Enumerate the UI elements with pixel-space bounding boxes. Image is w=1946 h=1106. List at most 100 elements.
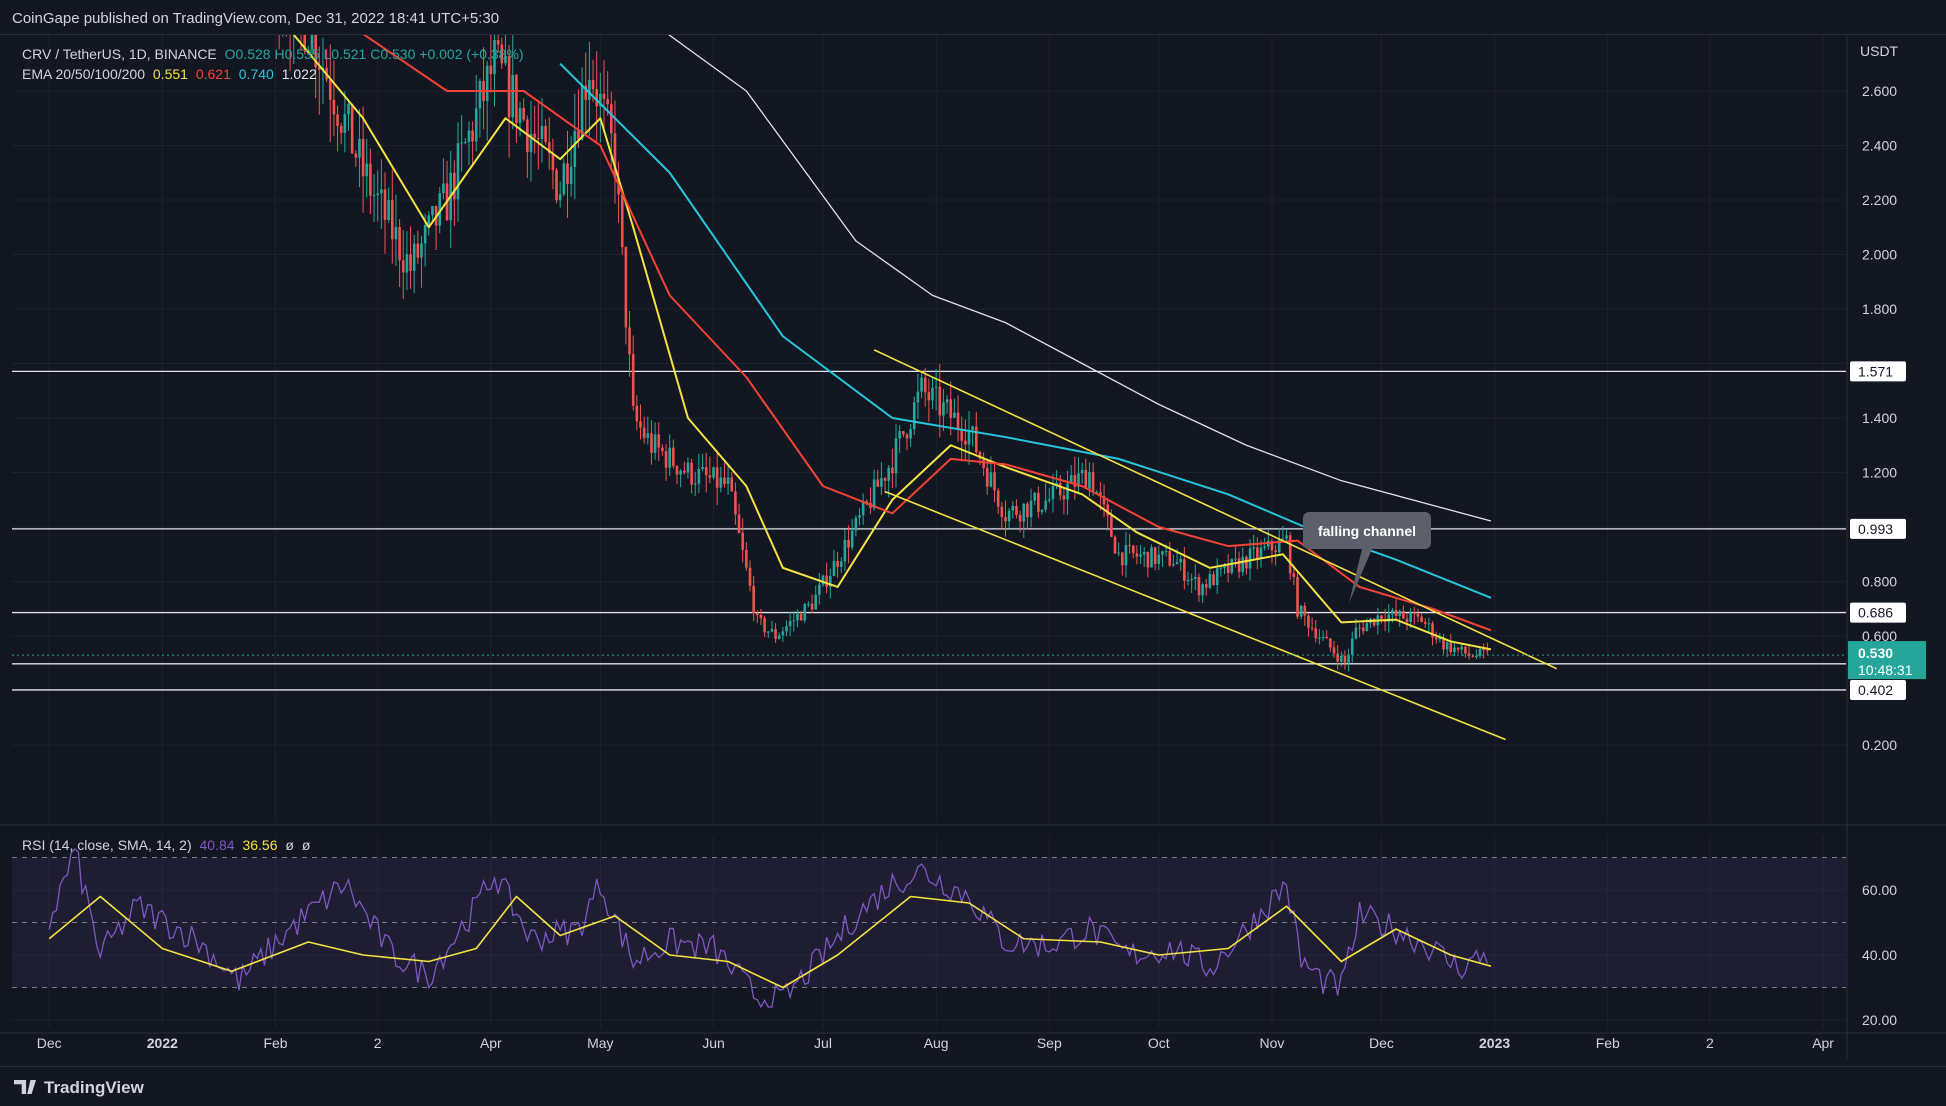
- candle-body: [934, 386, 938, 388]
- price-axis: USDT 2.600 2.400 2.200 2.000 1.800 1.400 1.200 0…: [1848, 43, 1926, 753]
- candle-body: [1427, 623, 1431, 625]
- time-tick-label: Jun: [702, 1035, 725, 1051]
- candle-body: [646, 433, 650, 439]
- candle-body: [1398, 610, 1401, 616]
- candle-body: [931, 387, 934, 401]
- chart-canvas[interactable]: falling channel USDT 2.600 2.400 2.200 2.000 1…: [0, 0, 1946, 1105]
- candle: [960, 416, 963, 462]
- candle: [1183, 546, 1186, 590]
- candle: [431, 206, 434, 220]
- candle: [1380, 614, 1383, 624]
- candle-body: [573, 130, 577, 167]
- candle-body: [1121, 552, 1124, 566]
- time-tick-label: 2022: [147, 1035, 178, 1051]
- price-tick-label: 2.600: [1862, 83, 1897, 99]
- time-tick-label: Sep: [1037, 1035, 1062, 1051]
- candle-body: [712, 467, 715, 478]
- rsi-label[interactable]: RSI (14, close, SMA, 14, 2): [22, 837, 192, 853]
- candle-body: [1139, 554, 1142, 557]
- candle-body: [858, 515, 861, 518]
- time-tick-label: 2: [1706, 1035, 1714, 1051]
- candle-body: [533, 133, 536, 139]
- candle: [412, 234, 416, 294]
- candle-body: [1131, 545, 1135, 554]
- price-tick-label: 2.400: [1862, 138, 1897, 154]
- candle: [745, 541, 748, 571]
- candle: [701, 453, 704, 472]
- candle: [1237, 551, 1241, 579]
- candle-body: [847, 540, 850, 548]
- candle-body: [343, 114, 347, 133]
- rsi-tick-label: 60.00: [1862, 882, 1897, 898]
- candle-body: [1343, 655, 1347, 663]
- candle-body: [697, 468, 701, 484]
- candle: [1318, 628, 1321, 645]
- time-tick-label: Feb: [1596, 1035, 1620, 1051]
- candle: [471, 121, 474, 167]
- symbol-name[interactable]: CRV / TetherUS, 1D, BINANCE: [22, 46, 217, 62]
- candle-body: [1402, 610, 1405, 619]
- candle: [927, 378, 931, 422]
- candle: [339, 122, 343, 145]
- candle: [898, 425, 901, 454]
- candle: [529, 101, 533, 182]
- candle: [1343, 650, 1347, 670]
- candle: [526, 115, 529, 178]
- candle: [894, 424, 898, 488]
- candle-body: [810, 603, 814, 610]
- candle: [1066, 470, 1069, 515]
- candle-body: [1263, 546, 1266, 548]
- candle: [807, 601, 810, 608]
- ema-label[interactable]: EMA 20/50/100/200: [22, 66, 145, 82]
- tradingview-logo[interactable]: TradingView: [14, 1078, 144, 1098]
- candle: [1420, 613, 1423, 623]
- candle: [1296, 572, 1299, 619]
- candle-body: [923, 377, 927, 393]
- candle: [1405, 613, 1409, 631]
- candle-body: [781, 631, 785, 636]
- candle: [1369, 617, 1372, 629]
- candle-body: [1183, 559, 1186, 581]
- candle-body: [409, 254, 412, 271]
- candle-body: [1186, 580, 1190, 582]
- candle-body: [544, 125, 547, 143]
- candle-body: [328, 79, 332, 100]
- candle-body: [471, 130, 474, 142]
- candle-body: [540, 125, 544, 139]
- candle-body: [766, 631, 770, 633]
- candle-body: [730, 477, 734, 492]
- rsi-sma-value: 36.56: [242, 837, 278, 853]
- level-price-tag: 0.993: [1850, 518, 1906, 539]
- candle-body: [339, 125, 343, 133]
- candle-body: [989, 472, 993, 487]
- candle: [759, 608, 763, 625]
- candle-body: [745, 549, 748, 568]
- candle-body: [803, 604, 807, 621]
- candle: [934, 369, 938, 411]
- candle-body: [1460, 646, 1464, 650]
- ema-lines: [291, 34, 1492, 651]
- candle: [358, 109, 361, 188]
- candle-body: [1274, 550, 1277, 553]
- candle: [1215, 558, 1219, 594]
- candle: [1135, 545, 1139, 565]
- candle: [485, 61, 489, 141]
- candle-body: [1088, 472, 1091, 489]
- candle-body: [401, 260, 405, 273]
- candle: [712, 466, 715, 480]
- candle-body: [1445, 642, 1449, 650]
- level-tag-text: 0.686: [1858, 605, 1893, 621]
- candle: [1000, 501, 1004, 529]
- time-tick-label: Nov: [1259, 1035, 1284, 1051]
- candle-body: [456, 143, 460, 200]
- candle-body: [387, 200, 390, 220]
- candle-body: [1022, 503, 1026, 522]
- candle-body: [1248, 548, 1252, 569]
- candle: [420, 235, 423, 288]
- candle-body: [818, 584, 821, 595]
- candle: [1131, 544, 1135, 559]
- candle: [1080, 462, 1084, 484]
- price-tick-label: 0.200: [1862, 737, 1897, 753]
- candle: [1007, 507, 1011, 529]
- candle: [1226, 554, 1230, 583]
